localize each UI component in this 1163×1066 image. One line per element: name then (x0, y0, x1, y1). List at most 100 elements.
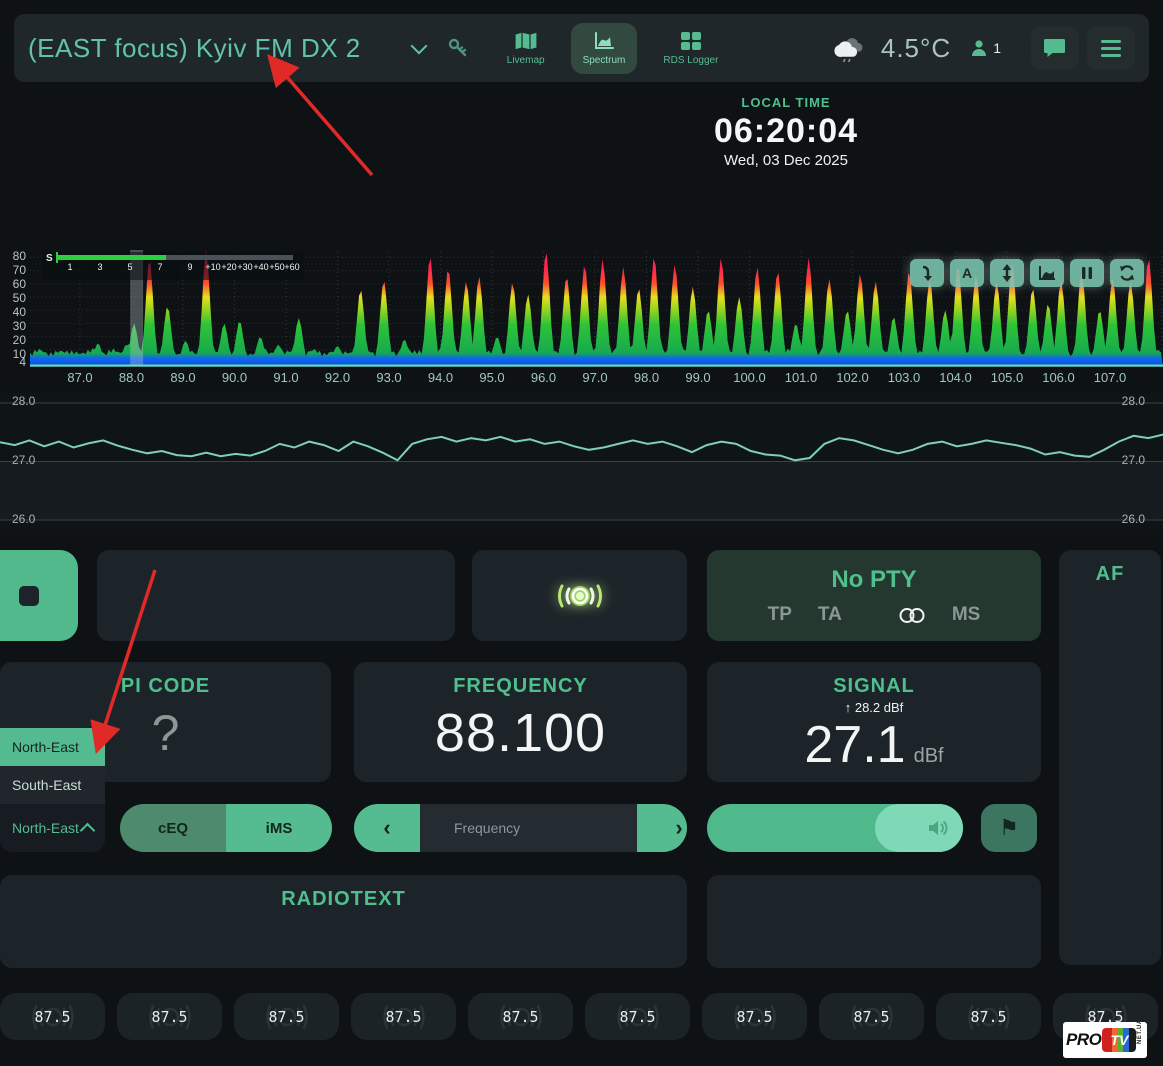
chat-button[interactable] (1031, 26, 1079, 70)
map-icon (514, 31, 538, 51)
signal-axis-label: 26.0 (1122, 512, 1145, 526)
spectrum-x-tick: 100.0 (733, 370, 766, 385)
spectrum-x-tick: 95.0 (479, 370, 504, 385)
stereo-icon (898, 607, 926, 624)
signal-value: 27.1 (804, 715, 905, 775)
stop-icon (19, 586, 39, 606)
radiotext-panel: RADIOTEXT (0, 875, 687, 968)
frequency-panel: FREQUENCY 88.100 (354, 662, 687, 782)
ta-flag: TA (818, 604, 842, 626)
frequency-up-button[interactable]: › (637, 804, 687, 852)
volume-slider[interactable] (707, 804, 963, 852)
vertical-zoom-button[interactable] (990, 259, 1024, 287)
scroll-down-button[interactable] (910, 259, 944, 287)
preset-button[interactable]: 87.5 (351, 993, 456, 1040)
refresh-button[interactable] (1110, 259, 1144, 287)
nav-rds-logger-button[interactable]: RDS Logger (651, 23, 730, 74)
frequency-down-button[interactable]: ‹ (354, 804, 420, 852)
header-nav: Livemap Spectrum RDS Logger (495, 23, 731, 74)
spectrum-x-tick: 96.0 (531, 370, 556, 385)
tp-flag: TP (768, 604, 792, 626)
signal-unit: dBf (914, 745, 944, 768)
s-meter-tick: 7 (157, 262, 162, 272)
ceq-button[interactable]: cEQ (120, 804, 226, 852)
spectrum-x-tick: 87.0 (67, 370, 92, 385)
chevron-down-icon[interactable] (410, 38, 427, 55)
spectrum-x-tick: 98.0 (634, 370, 659, 385)
signal-axis-label: 28.0 (1122, 394, 1145, 408)
flag-icon: ⚑ (999, 815, 1019, 841)
spectrum-x-tick: 90.0 (222, 370, 247, 385)
preset-button[interactable]: 87.5 (585, 993, 690, 1040)
spectrum-y-tick: 30 (0, 320, 26, 333)
spectrum-x-tick: 104.0 (939, 370, 972, 385)
temperature-readout: 4.5°C (881, 33, 951, 64)
ims-button[interactable]: iMS (226, 804, 332, 852)
spectrum-y-tick: 70 (0, 264, 26, 277)
af-list-panel: AF (1059, 550, 1161, 965)
frequency-label: FREQUENCY (354, 662, 687, 698)
preset-button[interactable]: 87.5 (117, 993, 222, 1040)
s-meter-tick: +40 (253, 262, 268, 272)
spectrum-x-tick: 106.0 (1042, 370, 1075, 385)
spectrum-y-tick: 4 (0, 356, 26, 369)
radiotext-label: RADIOTEXT (0, 875, 687, 911)
pause-button[interactable] (1070, 259, 1104, 287)
header-bar: (EAST focus) Kyiv FM DX 2 Livemap Spectr… (14, 14, 1149, 82)
key-icon[interactable] (447, 37, 469, 59)
logo-pro-text: PRO (1066, 1030, 1101, 1050)
auto-scale-button[interactable]: A (950, 259, 984, 287)
signal-axis-label: 27.0 (12, 453, 35, 467)
protv-logo: PRO TV NET.UA (1063, 1022, 1147, 1058)
s-meter-tick: +10 (205, 262, 220, 272)
antenna-selected-value: North-East (12, 820, 79, 836)
antenna-select[interactable]: North-East (0, 804, 105, 852)
s-meter: S 13579+10+20+30+40+50+60 (42, 252, 304, 280)
nav-livemap-button[interactable]: Livemap (495, 23, 557, 74)
flag-button[interactable]: ⚑ (981, 804, 1037, 852)
rds-logger-grid-icon (680, 31, 702, 51)
stop-playback-button[interactable] (0, 550, 78, 641)
spectrum-x-tick: 93.0 (376, 370, 401, 385)
signal-label: SIGNAL (707, 662, 1041, 698)
listener-count-value: 1 (993, 40, 1001, 56)
spectrum-x-tick: 101.0 (785, 370, 818, 385)
signal-axis-label: 28.0 (12, 394, 35, 408)
speaker-icon (927, 819, 949, 837)
frequency-stepper: ‹ › (354, 804, 687, 852)
antenna-option[interactable]: North-East (0, 728, 105, 766)
spectrum-toolbar: A (910, 259, 1144, 287)
spectrum-x-tick: 102.0 (836, 370, 869, 385)
user-icon (969, 38, 989, 58)
spectrum-y-tick: 60 (0, 278, 26, 291)
volume-handle[interactable] (875, 804, 963, 852)
nav-spectrum-button[interactable]: Spectrum (571, 23, 638, 74)
menu-button[interactable] (1087, 26, 1135, 70)
preset-button[interactable]: 87.5 (819, 993, 924, 1040)
ukraine-flag-icon (371, 39, 399, 58)
ms-flag: MS (952, 604, 981, 626)
spectrum-chart-icon (592, 31, 616, 51)
logo-tv-icon: TV (1102, 1028, 1136, 1052)
preset-button[interactable]: 87.5 (234, 993, 339, 1040)
logo-suffix-text: NET.UA (1137, 1036, 1143, 1044)
preset-button[interactable]: 87.5 (468, 993, 573, 1040)
spectrum-x-tick: 92.0 (325, 370, 350, 385)
spectrum-y-tick: 50 (0, 292, 26, 305)
preset-button[interactable]: 87.5 (702, 993, 807, 1040)
graph-mode-button[interactable] (1030, 259, 1064, 287)
s-meter-bar (57, 255, 293, 260)
local-time-value: 06:20:04 (620, 112, 952, 151)
preset-button[interactable]: 87.5 (936, 993, 1041, 1040)
s-meter-tick: +50 (269, 262, 284, 272)
spectrum-x-tick: 107.0 (1094, 370, 1127, 385)
s-meter-tick: 5 (127, 262, 132, 272)
spectrum-x-tick: 103.0 (888, 370, 921, 385)
preset-button[interactable]: 87.5 (0, 993, 105, 1040)
weather-cloud-icon (833, 33, 871, 63)
fm-dx-webserver: { "colors":{"accent":"#54bb90","accent_t… (0, 0, 1163, 1066)
signal-panel: SIGNAL ↑ 28.2 dBf 27.1 dBf (707, 662, 1041, 782)
frequency-input[interactable] (420, 804, 637, 852)
server-title[interactable]: (EAST focus) Kyiv FM DX 2 (28, 33, 361, 64)
antenna-option[interactable]: South-East (0, 766, 105, 804)
